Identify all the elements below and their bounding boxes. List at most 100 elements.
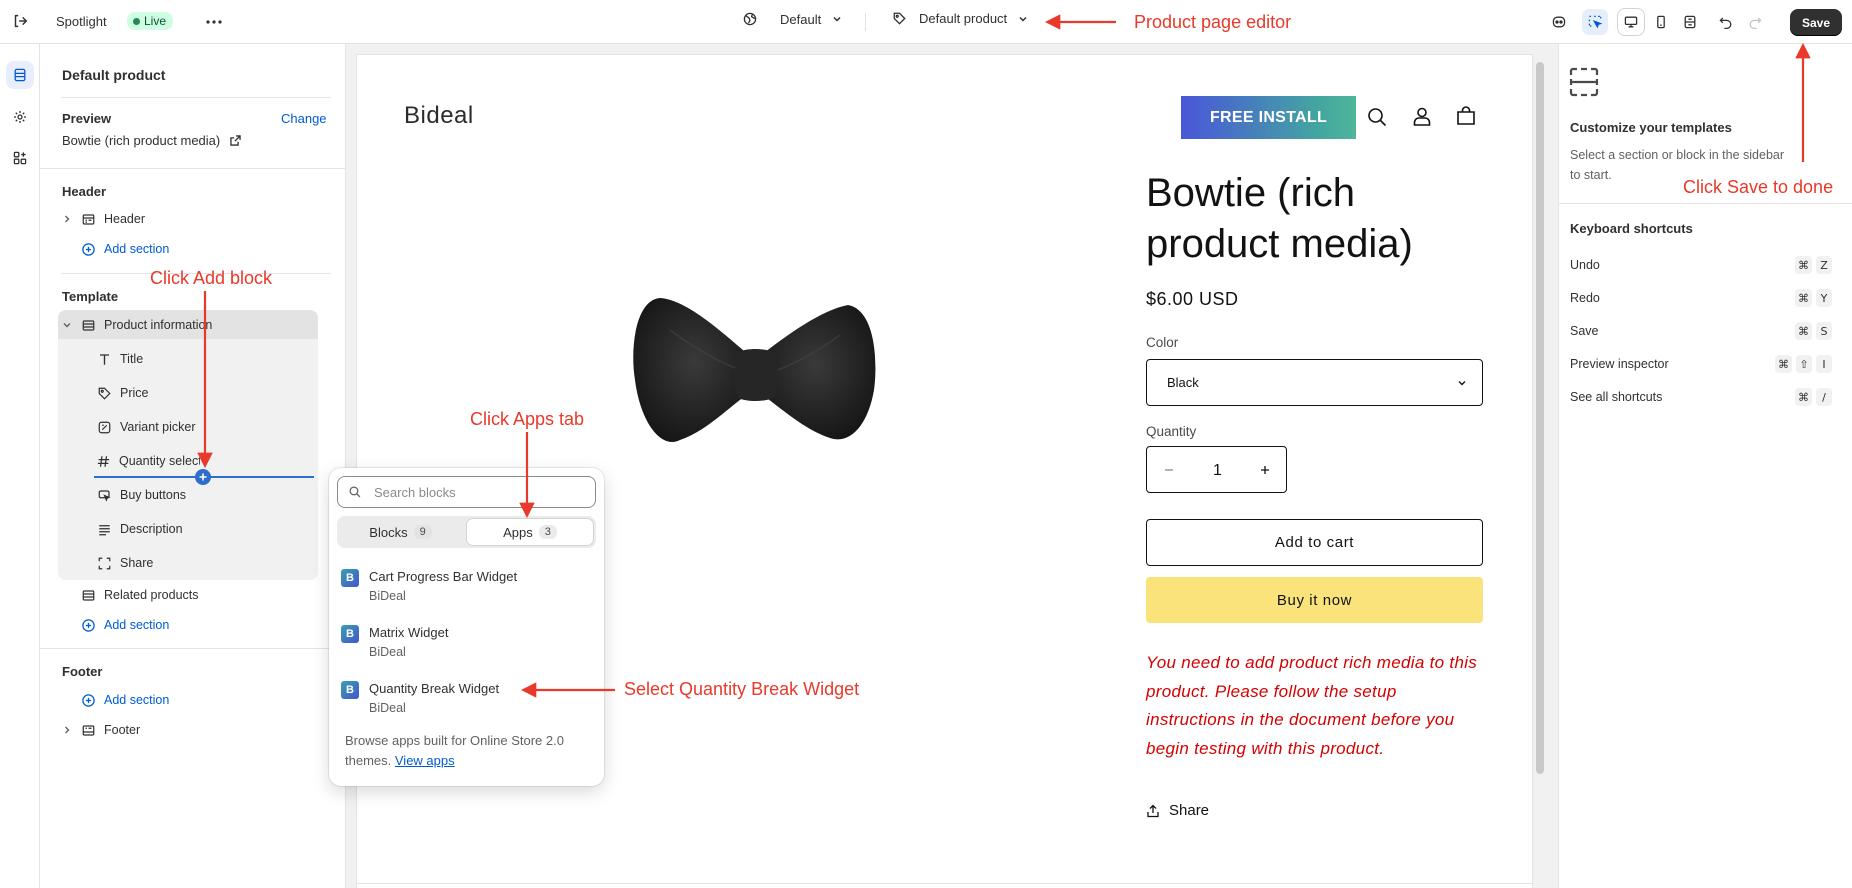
live-dot-icon <box>133 17 140 25</box>
exit-icon[interactable] <box>11 12 29 30</box>
command-key-icon: ⌘ <box>1795 388 1812 406</box>
block-tabs: Blocks 9 Apps 3 <box>337 516 596 548</box>
tab-blocks[interactable]: Blocks 9 <box>340 519 461 545</box>
change-preview-link[interactable]: Change <box>281 111 327 126</box>
add-section-template[interactable]: Add section <box>80 617 169 633</box>
block-buy-buttons[interactable]: Buy buttons <box>96 487 186 503</box>
divider <box>40 648 346 649</box>
tree-item-product-information[interactable]: Product information <box>62 317 212 333</box>
add-section-footer[interactable]: Add section <box>80 692 169 708</box>
share-icon <box>1146 804 1160 818</box>
block-title[interactable]: Title <box>96 351 143 367</box>
variant-icon <box>96 419 112 435</box>
inspector-icon[interactable] <box>1582 9 1608 35</box>
buy-it-now-button[interactable]: Buy it now <box>1146 577 1483 623</box>
save-button[interactable]: Save <box>1790 9 1842 36</box>
tree-item-footer[interactable]: Footer <box>62 722 140 738</box>
tab-label: Apps <box>503 524 533 540</box>
shortcut-preview-inspector: Preview inspector ⌘ ⇧ I <box>1570 354 1832 374</box>
app-block-name: Matrix Widget <box>369 625 449 640</box>
tab-apps[interactable]: Apps 3 <box>467 519 593 545</box>
undo-icon[interactable] <box>1713 9 1739 35</box>
shortcut-label: Preview inspector <box>1570 357 1669 371</box>
product-title: Bowtie (rich product media) <box>1146 168 1413 270</box>
top-bar: Spotlight Live Default Default product <box>0 0 1852 44</box>
block-label: Description <box>120 522 183 536</box>
browse-apps-text: Browse apps built for Online Store 2.0 t… <box>345 731 595 771</box>
account-icon[interactable] <box>1411 105 1433 127</box>
command-key-icon: ⌘ <box>1795 322 1812 340</box>
more-actions-icon[interactable] <box>204 12 224 32</box>
shortcut-label: See all shortcuts <box>1570 390 1663 404</box>
text-align-icon <box>96 521 112 537</box>
search-icon <box>348 485 362 499</box>
view-apps-link[interactable]: View apps <box>395 753 455 768</box>
product-image[interactable] <box>630 290 880 460</box>
mobile-view-icon[interactable] <box>1648 9 1674 35</box>
cart-icon[interactable] <box>1455 105 1477 127</box>
divider <box>62 97 330 98</box>
sidekick-icon[interactable] <box>1546 9 1572 35</box>
add-section-label: Add section <box>104 618 170 632</box>
shortcut-see-all[interactable]: See all shortcuts ⌘ / <box>1570 387 1832 407</box>
search-blocks-input[interactable]: Search blocks <box>337 476 596 508</box>
product-price: $6.00 USD <box>1146 289 1239 309</box>
desktop-view-icon[interactable] <box>1618 9 1644 35</box>
tree-item-header[interactable]: Header <box>62 211 145 227</box>
share-button[interactable]: Share <box>1146 802 1209 819</box>
product-section-icon <box>80 317 96 333</box>
customize-template-icon <box>1568 66 1600 98</box>
template-selector[interactable]: Default product <box>892 11 1029 26</box>
add-to-cart-button[interactable]: Add to cart <box>1146 519 1483 566</box>
tree-item-related-products[interactable]: Related products <box>80 587 199 603</box>
block-quantity-selector[interactable]: Quantity selector <box>96 453 200 469</box>
block-variant-picker[interactable]: Variant picker <box>96 419 196 435</box>
block-share[interactable]: Share <box>96 555 153 571</box>
add-section-label: Add section <box>104 693 170 707</box>
tab-label: Blocks <box>369 524 408 540</box>
app-block-matrix[interactable]: B Matrix Widget BiDeal <box>341 623 591 669</box>
plus-icon[interactable] <box>1258 463 1272 477</box>
add-section-header[interactable]: Add section <box>80 241 169 257</box>
app-block-cart-progress-bar[interactable]: B Cart Progress Bar Widget BiDeal <box>341 567 591 613</box>
customize-title: Customize your templates <box>1570 120 1732 135</box>
theme-selector[interactable]: Default <box>742 11 843 27</box>
sections-icon[interactable] <box>6 61 34 89</box>
free-install-banner[interactable]: FREE INSTALL <box>1181 96 1356 139</box>
chevron-down-icon <box>831 13 843 25</box>
command-key-icon: ⌘ <box>1795 289 1812 307</box>
tree-item-label: Header <box>104 212 145 226</box>
fullscreen-view-icon[interactable] <box>1677 9 1703 35</box>
theme-settings-icon[interactable] <box>6 103 34 131</box>
plus-circle-icon <box>80 692 96 708</box>
chevron-right-icon[interactable] <box>62 722 72 738</box>
shortcut-label: Redo <box>1570 291 1600 305</box>
block-price[interactable]: Price <box>96 385 148 401</box>
annotation-product-page-editor: Product page editor <box>1134 12 1292 32</box>
share-frame-icon <box>96 555 112 571</box>
block-label: Buy buttons <box>120 488 187 502</box>
add-section-label: Add section <box>104 242 170 256</box>
preview-scrollbar[interactable] <box>1536 62 1544 774</box>
chevron-down-icon[interactable] <box>62 317 72 333</box>
live-badge-label: Live <box>144 14 167 28</box>
app-block-quantity-break[interactable]: B Quantity Break Widget BiDeal <box>341 679 591 725</box>
color-select[interactable]: Black <box>1146 359 1483 406</box>
preview-product[interactable]: Bowtie (rich product media) <box>62 133 242 148</box>
tree-item-label: Footer <box>104 723 141 737</box>
app-embeds-icon[interactable] <box>6 144 34 172</box>
globe-icon <box>742 11 758 27</box>
search-icon[interactable] <box>1366 106 1388 128</box>
tree-item-label: Related products <box>104 588 199 602</box>
block-label: Share <box>120 556 154 570</box>
redo-icon[interactable] <box>1742 9 1768 35</box>
store-logo[interactable]: Bideal <box>404 102 474 130</box>
chevron-right-icon[interactable] <box>62 211 72 227</box>
bideal-logo-icon: B <box>341 625 359 643</box>
color-label: Color <box>1146 335 1179 350</box>
add-block-plus-icon[interactable] <box>195 469 211 485</box>
header-section-icon <box>80 211 96 227</box>
annotation-click-apps-tab: Click Apps tab <box>470 409 585 429</box>
block-description[interactable]: Description <box>96 521 183 537</box>
tag-icon <box>892 11 907 26</box>
